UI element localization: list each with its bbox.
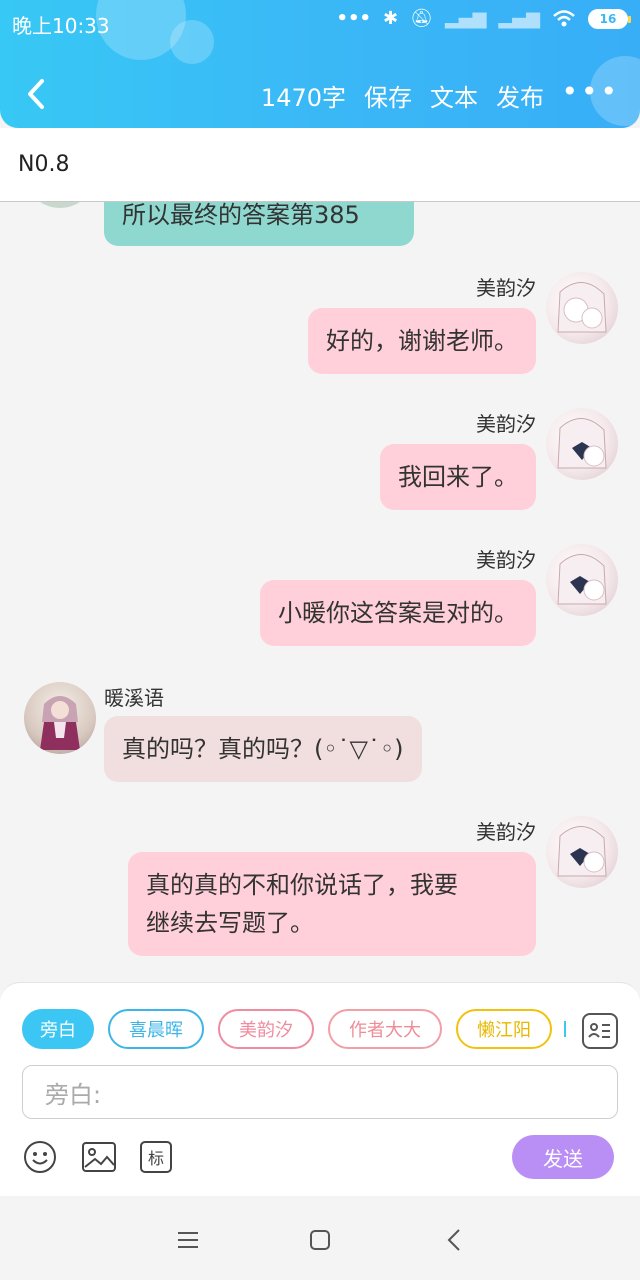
message-bubble[interactable]: 所以最终的答案第385 (104, 202, 414, 246)
chapter-bar: N0.8 (0, 128, 640, 202)
chip-scroll-indicator (564, 1021, 566, 1037)
chat-area[interactable]: 所以最终的答案第385 美韵汐 好的，谢谢老师。 美韵汐 我回来了。 美韵汐 小… (0, 202, 640, 982)
chapter-title[interactable]: N0.8 (18, 152, 69, 177)
message-line: 真的真的不和你说话了，我要 (146, 871, 458, 899)
message-bubble[interactable]: 好的，谢谢老师。 (308, 308, 536, 374)
back-button[interactable] (18, 72, 54, 116)
system-back-button[interactable] (434, 1220, 474, 1260)
battery-icon: 16 (588, 8, 631, 29)
home-button[interactable] (300, 1220, 340, 1260)
role-chip[interactable]: 作者大大 (328, 1009, 442, 1049)
app-header: 晚上10:33 ••• ✱ 🔕︎ ▂▄▆ ▂▄▆ 16 1470字 保存 文本 … (0, 0, 640, 128)
status-time: 晚上10:33 (12, 14, 110, 38)
avatar[interactable] (24, 202, 96, 208)
avatar[interactable] (546, 816, 618, 888)
input-panel: 旁白 喜晨晖 美韵汐 作者大大 懒江阳 旁白: 标 发送 (0, 982, 640, 1196)
character-avatar-icon (557, 826, 607, 877)
avatar[interactable] (546, 408, 618, 480)
avatar[interactable] (546, 544, 618, 616)
chevron-left-icon (28, 79, 44, 109)
publish-button[interactable]: 发布 (496, 78, 544, 113)
role-chips: 旁白 喜晨晖 美韵汐 作者大大 懒江阳 (22, 1009, 566, 1049)
dots-icon: ••• (336, 8, 371, 29)
role-chip[interactable]: 喜晨晖 (108, 1009, 204, 1049)
emoji-button[interactable] (22, 1139, 58, 1175)
sender-name: 美韵汐 (476, 548, 536, 572)
character-avatar-icon (40, 696, 80, 750)
decor-bubble (170, 20, 214, 64)
bluetooth-icon: ✱ (382, 8, 399, 29)
avatar[interactable] (24, 682, 96, 754)
status-icons: ••• ✱ 🔕︎ ▂▄▆ ▂▄▆ 16 (336, 8, 631, 29)
role-chip[interactable]: 懒江阳 (456, 1009, 552, 1049)
input-tools: 标 (22, 1139, 172, 1175)
menu-icon (178, 1232, 198, 1248)
message-bubble[interactable]: 小暖你这答案是对的。 (260, 580, 536, 646)
sender-name: 美韵汐 (476, 820, 536, 844)
send-button[interactable]: 发送 (512, 1135, 614, 1179)
header-toolbar: 1470字 保存 文本 发布 (261, 78, 544, 113)
chevron-left-icon (447, 1229, 460, 1251)
character-avatar-icon (557, 554, 607, 605)
signal-icon: ▂▄▆ (444, 8, 487, 29)
sender-name: 美韵汐 (476, 276, 536, 300)
signal-icon: ▂▄▆ (498, 8, 540, 29)
sender-name: 美韵汐 (476, 412, 536, 436)
input-placeholder: 旁白: (45, 1080, 102, 1109)
message-bubble[interactable]: 真的真的不和你说话了，我要 继续去写题了。 (128, 852, 536, 956)
character-avatar-icon (557, 418, 607, 469)
more-button[interactable]: ••• (561, 78, 620, 106)
wifi-icon (553, 9, 575, 26)
role-chip[interactable]: 旁白 (22, 1009, 94, 1049)
mark-label: 标 (147, 1149, 164, 1168)
message-input[interactable]: 旁白: (22, 1065, 618, 1119)
message-line: 继续去写题了。 (146, 909, 314, 937)
menu-button[interactable] (168, 1220, 208, 1260)
contact-card-icon (588, 1023, 610, 1038)
save-button[interactable]: 保存 (364, 78, 412, 113)
image-button[interactable] (80, 1139, 118, 1175)
character-avatar-icon (557, 282, 607, 333)
message-bubble[interactable]: 我回来了。 (380, 444, 536, 510)
emoji-icon (24, 1141, 56, 1173)
mute-icon: 🔕︎ (410, 8, 433, 29)
text-button[interactable]: 文本 (430, 78, 478, 113)
message-bubble[interactable]: 真的吗？真的吗？(◦˙▽˙◦) (104, 716, 422, 782)
role-chip[interactable]: 美韵汐 (218, 1009, 314, 1049)
word-count: 1470字 (260, 84, 346, 112)
contact-card-button[interactable] (582, 1013, 618, 1049)
mark-button[interactable]: 标 (140, 1141, 172, 1173)
image-icon (82, 1142, 116, 1172)
sender-name: 暖溪语 (104, 686, 164, 710)
home-square-icon (310, 1230, 330, 1250)
system-nav-bar (0, 1196, 640, 1280)
avatar[interactable] (546, 272, 618, 344)
